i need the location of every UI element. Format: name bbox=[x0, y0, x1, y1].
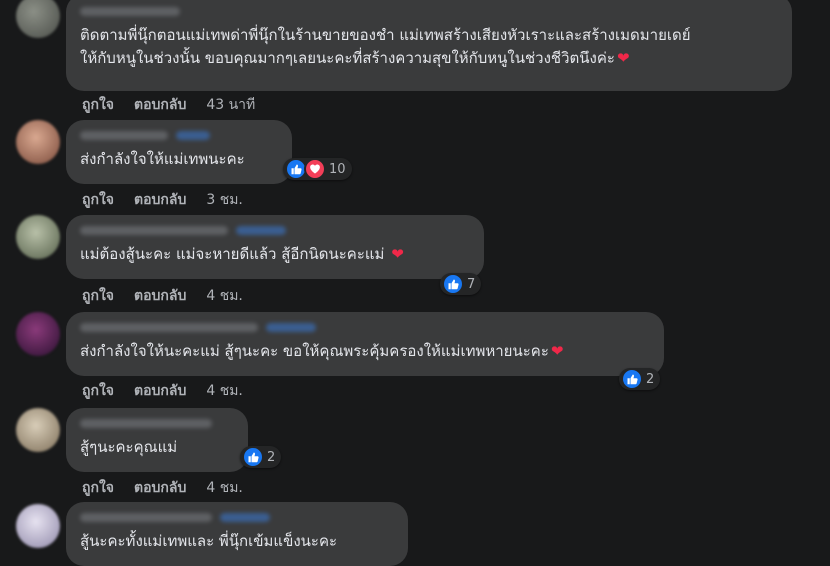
reaction-count: 2 bbox=[267, 449, 276, 465]
comment-text-line2: ให้กับหนูในช่วงนั้น ขอบคุณมากๆเลยนะคะที่… bbox=[80, 49, 630, 67]
avatar[interactable] bbox=[16, 0, 60, 38]
like-icon bbox=[621, 368, 643, 390]
reply-button[interactable]: ตอบกลับ bbox=[134, 285, 186, 307]
like-icon bbox=[442, 273, 464, 295]
timestamp[interactable]: 43 นาที bbox=[206, 94, 255, 116]
avatar[interactable] bbox=[16, 215, 60, 259]
reply-button[interactable]: ตอบกลับ bbox=[134, 189, 186, 211]
comment-text: สู้นะคะทั้งแม่เทพและ พี่นุ๊กเข้มแข็งนะคะ bbox=[80, 532, 338, 550]
like-button[interactable]: ถูกใจ bbox=[82, 94, 114, 116]
avatar[interactable] bbox=[16, 408, 60, 452]
reaction-summary[interactable]: 2 bbox=[619, 368, 661, 390]
author-name[interactable] bbox=[80, 4, 778, 18]
author-name[interactable] bbox=[80, 128, 278, 142]
comment-bubble: ส่งกำลังใจให้นะคะแม่ สู้ๆนะคะ ขอให้คุณพร… bbox=[66, 312, 664, 376]
timestamp[interactable]: 4 ชม. bbox=[206, 477, 243, 499]
comment-actions: ถูกใจ ตอบกลับ 4 ชม. bbox=[82, 380, 243, 402]
comment-actions: ถูกใจ ตอบกลับ 3 ชม. bbox=[82, 189, 243, 211]
comment-text: ส่งกำลังใจให้แม่เทพนะคะ bbox=[80, 150, 245, 168]
like-icon bbox=[242, 446, 264, 468]
reaction-count: 7 bbox=[467, 276, 476, 292]
reply-button[interactable]: ตอบกลับ bbox=[134, 94, 186, 116]
author-name[interactable] bbox=[80, 223, 470, 237]
comment-actions: ถูกใจ ตอบกลับ 4 ชม. bbox=[82, 285, 243, 307]
comment-text: ติดตามพี่นุ๊กตอนแม่เทพด่าพี่นุ๊กในร้านขา… bbox=[80, 26, 691, 44]
reaction-summary[interactable]: 2 bbox=[240, 446, 282, 468]
avatar[interactable] bbox=[16, 504, 60, 548]
heart-emoji-icon: ❤ bbox=[616, 49, 630, 67]
comment-text: ส่งกำลังใจให้นะคะแม่ สู้ๆนะคะ ขอให้คุณพร… bbox=[80, 342, 564, 360]
like-button[interactable]: ถูกใจ bbox=[82, 189, 114, 211]
comment-actions: ถูกใจ ตอบกลับ 4 ชม. bbox=[82, 477, 243, 499]
like-button[interactable]: ถูกใจ bbox=[82, 477, 114, 499]
comment-bubble: สู้ๆนะคะคุณแม่ bbox=[66, 408, 248, 472]
comment-actions: ถูกใจ ตอบกลับ 43 นาที bbox=[82, 94, 255, 116]
reaction-summary[interactable]: 7 bbox=[440, 273, 482, 295]
author-name[interactable] bbox=[80, 510, 394, 524]
comment-bubble: แม่ต้องสู้นะคะ แม่จะหายดีแล้ว สู้อีกนิดน… bbox=[66, 215, 484, 279]
like-button[interactable]: ถูกใจ bbox=[82, 380, 114, 402]
avatar[interactable] bbox=[16, 120, 60, 164]
comment-bubble: สู้นะคะทั้งแม่เทพและ พี่นุ๊กเข้มแข็งนะคะ bbox=[66, 502, 408, 566]
like-button[interactable]: ถูกใจ bbox=[82, 285, 114, 307]
author-name[interactable] bbox=[80, 320, 650, 334]
avatar[interactable] bbox=[16, 312, 60, 356]
heart-emoji-icon: ❤ bbox=[391, 245, 404, 263]
heart-emoji-icon: ❤ bbox=[550, 342, 564, 360]
comment-text: สู้ๆนะคะคุณแม่ bbox=[80, 438, 178, 456]
reaction-summary[interactable]: 10 bbox=[283, 158, 352, 180]
timestamp[interactable]: 3 ชม. bbox=[206, 189, 243, 211]
timestamp[interactable]: 4 ชม. bbox=[206, 380, 243, 402]
reaction-count: 10 bbox=[329, 161, 346, 177]
timestamp[interactable]: 4 ชม. bbox=[206, 285, 243, 307]
author-name[interactable] bbox=[80, 416, 234, 430]
comment-bubble: ส่งกำลังใจให้แม่เทพนะคะ bbox=[66, 120, 292, 184]
comment-text: แม่ต้องสู้นะคะ แม่จะหายดีแล้ว สู้อีกนิดน… bbox=[80, 245, 404, 263]
reply-button[interactable]: ตอบกลับ bbox=[134, 380, 186, 402]
reaction-count: 2 bbox=[646, 371, 655, 387]
love-icon bbox=[304, 158, 326, 180]
comment-bubble: ติดตามพี่นุ๊กตอนแม่เทพด่าพี่นุ๊กในร้านขา… bbox=[66, 0, 792, 91]
reply-button[interactable]: ตอบกลับ bbox=[134, 477, 186, 499]
